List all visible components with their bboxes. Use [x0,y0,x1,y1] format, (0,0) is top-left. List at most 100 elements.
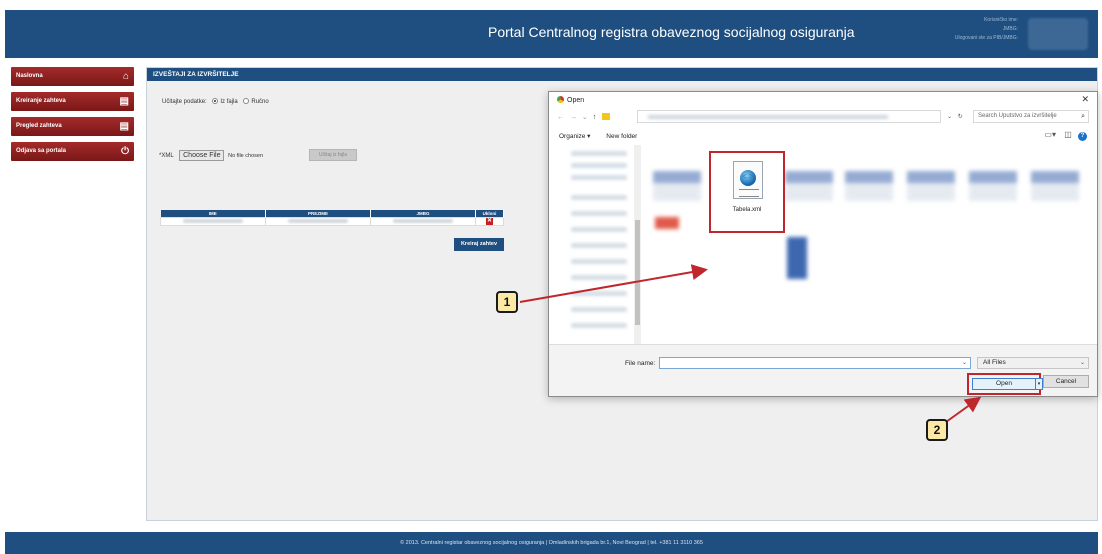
back-icon[interactable]: ← [557,114,564,121]
chevron-down-icon: ⌄ [1079,360,1085,366]
folder-item-redacted[interactable] [907,171,955,201]
redacted-value [393,219,453,223]
document-icon: ▤ [119,96,129,107]
address-redacted [648,115,888,119]
open-button-highlight: Open ▾ [967,373,1043,395]
page-title: IZVEŠTAJI ZA IZVRŠITELJE [147,68,1097,81]
doc-item-redacted[interactable] [787,237,807,279]
col-ime: IME [160,210,266,217]
search-icon: ⌕ [1081,113,1085,120]
nav-item-redacted [571,151,627,156]
xml-file-icon: < > [733,161,763,199]
nav-item-redacted [571,175,627,180]
sidebar-item-odjava[interactable]: Odjava sa portala ⏻ [11,142,134,161]
search-input[interactable]: Search Uputstvo za izvršitelje ⌕ [973,110,1089,123]
portal-title: Portal Centralnog registra obaveznog soc… [488,24,855,40]
redacted-value [288,219,348,223]
dialog-toolbar: Organize ▾ New folder [559,132,651,140]
chevron-down-icon[interactable]: ⌄ [947,114,952,120]
power-icon: ⏻ [121,146,129,157]
chevron-down-icon[interactable]: ⌄ [582,114,588,121]
load-from-file-button[interactable]: Učitaj iz fajla [309,149,357,161]
dialog-title-text: Open [567,97,585,104]
new-folder-button[interactable]: New folder [606,133,637,140]
open-button[interactable]: Open ▾ [972,378,1043,390]
pdf-item-redacted[interactable] [655,217,679,229]
redacted-value [183,219,243,223]
username-label: Korisničko ime: [984,17,1018,23]
load-label: Učitajte podatke: [162,99,207,105]
sidebar-item-label: Odjava sa portala [16,148,67,154]
organize-button[interactable]: Organize ▾ [559,133,590,140]
col-prezime: PREZIME [265,210,371,217]
file-name-label: File name: [625,360,656,367]
open-file-dialog: Open ✕ ← → ⌄ ↑ ⌄ ↻ Search Uputstvo za iz… [548,91,1098,397]
sidebar-item-naslovna[interactable]: Naslovna ⌂ [11,67,134,86]
close-icon[interactable]: ✕ [1081,94,1089,105]
file-type-select[interactable]: All Files ⌄ [977,357,1089,369]
nav-item-redacted [571,323,627,328]
xml-row: *XML Choose File No file chosen [159,150,263,161]
sidebar-item-label: Pregled zahteva [16,123,62,129]
xml-file-name: Tabela.xml [732,207,762,213]
address-controls: ⌄ ↻ [947,113,963,120]
file-list[interactable]: < > Tabela.xml [645,145,1091,344]
folder-item-redacted[interactable] [1031,171,1079,201]
forward-icon[interactable]: → [570,114,577,121]
document-lines [739,189,759,197]
address-bar[interactable] [637,110,941,123]
folder-item-redacted[interactable] [845,171,893,201]
sidebar-item-kreiranje-zahteva[interactable]: Kreiranje zahteva ▤ [11,92,134,111]
folder-icon [602,113,611,120]
table-row: ✕ [160,216,504,226]
nav-buttons: ← → ⌄ ↑ [557,113,611,121]
open-dropdown-icon[interactable]: ▾ [1035,378,1043,390]
chrome-icon [557,96,564,103]
no-file-text: No file chosen [228,153,264,159]
folder-item-redacted[interactable] [785,171,833,201]
nav-scrollbar[interactable] [634,145,641,344]
create-request-button[interactable]: Kreiraj zahtev [454,238,504,251]
nav-item-redacted [571,291,627,296]
sidebar-item-label: Kreiranje zahteva [16,98,66,104]
file-name-input[interactable]: ⌄ [659,357,971,369]
choose-file-button[interactable]: Choose File [179,150,225,161]
cell-jmbg [370,216,476,226]
sidebar: Naslovna ⌂ Kreiranje zahteva ▤ Pregled z… [11,67,134,167]
sidebar-item-label: Naslovna [16,73,43,79]
folder-item-redacted[interactable] [969,171,1017,201]
xml-file-item[interactable]: < > Tabela.xml [709,151,785,233]
cancel-button[interactable]: Cancel [1043,375,1089,388]
table-header-row: IME PREZIME JMBG Ukloni [160,210,504,217]
radio-from-file[interactable] [212,98,219,104]
refresh-icon[interactable]: ↻ [958,114,963,120]
nav-item-redacted [571,307,627,312]
folder-item-redacted[interactable] [653,171,701,201]
nav-scroll-thumb[interactable] [635,220,640,325]
user-info-redacted [1028,18,1088,50]
up-icon[interactable]: ↑ [593,114,597,121]
col-ukloni: Ukloni [475,210,504,217]
footer: © 2013. Centralni registar obaveznog soc… [5,532,1098,554]
callout-2: 2 [926,419,948,441]
chevron-down-icon[interactable]: ⌄ [962,359,967,366]
preview-pane-icon[interactable]: ◫ [1064,130,1072,139]
help-icon[interactable]: ? [1078,132,1087,141]
view-icon[interactable]: ▭▾ [1044,130,1056,139]
radio-manual[interactable] [243,98,250,104]
nav-item-redacted [571,163,627,168]
dialog-title: Open [557,96,584,104]
remove-icon[interactable]: ✕ [486,217,493,225]
dialog-bottom-bar: File name: ⌄ All Files ⌄ Open ▾ Cancel [549,344,1097,396]
open-button-label: Open [996,380,1012,387]
cell-prezime [265,216,371,226]
home-icon: ⌂ [122,71,129,82]
navigation-pane[interactable] [557,145,641,344]
nav-item-redacted [571,243,627,248]
file-type-value: All Files [983,359,1006,366]
radio-from-file-label: Iz fajla [220,99,238,105]
document-icon: ▤ [119,121,129,132]
nav-item-redacted [571,259,627,264]
sidebar-item-pregled-zahteva[interactable]: Pregled zahteva ▤ [11,117,134,136]
nav-item-redacted [571,211,627,216]
